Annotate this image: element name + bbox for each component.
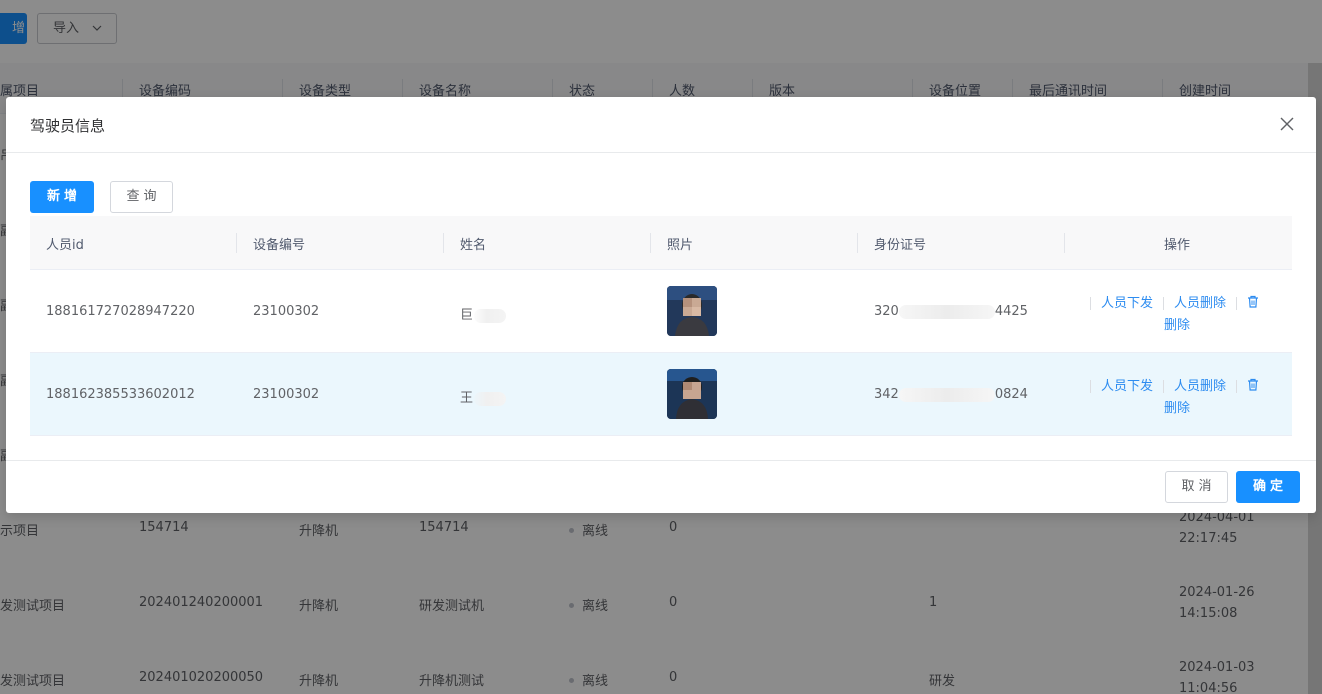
delete-person-link[interactable]: 人员删除	[1174, 379, 1226, 394]
name-visible-part: 王	[460, 391, 474, 406]
id-prefix: 342	[874, 387, 899, 402]
delete-link[interactable]: 删除	[1164, 314, 1190, 333]
action-separator	[1163, 297, 1165, 310]
col-device-code: 设备编号	[253, 238, 306, 253]
name-visible-part: 巨	[460, 308, 474, 323]
action-separator	[1236, 297, 1238, 310]
modal-footer: 取消 确定	[6, 460, 1316, 514]
id-prefix: 320	[874, 304, 899, 319]
action-separator	[1236, 380, 1238, 393]
name-redacted	[474, 391, 507, 406]
id-redacted	[898, 304, 995, 319]
confirm-button[interactable]: 确定	[1236, 471, 1300, 503]
trash-icon[interactable]	[1247, 378, 1259, 394]
delete-link[interactable]: 删除	[1164, 397, 1190, 416]
table-row: 188162385533602012 23100302 王 3420824 人	[30, 353, 1292, 436]
id-suffix: 0824	[994, 387, 1028, 402]
cell-person-id: 188161727028947220	[46, 304, 195, 319]
cell-id-number: 320 4425	[874, 304, 1028, 319]
col-separator	[1064, 233, 1065, 253]
row-actions: 人员下发 人员删除 删除	[1090, 375, 1290, 416]
row-actions: 人员下发 人员删除 删除	[1090, 292, 1290, 333]
cell-person-id: 188162385533602012	[46, 387, 195, 402]
close-icon[interactable]	[1278, 115, 1296, 133]
driver-photo[interactable]	[667, 369, 717, 419]
modal-header: 驾驶员信息	[6, 97, 1316, 153]
name-redacted	[474, 308, 507, 323]
table-row: 188161727028947220 23100302 巨 320 4425 人…	[30, 270, 1292, 353]
cancel-button[interactable]: 取消	[1165, 471, 1228, 503]
cell-device-code: 23100302	[253, 304, 320, 319]
cell-device-code: 23100302	[253, 387, 320, 402]
col-separator	[650, 233, 651, 253]
driver-table: 人员id 设备编号 姓名 照片 身份证号 操作 1881617270289472…	[30, 216, 1292, 436]
cell-name: 巨	[460, 304, 507, 323]
col-person-id: 人员id	[46, 238, 84, 253]
add-driver-button[interactable]: 新增	[30, 181, 94, 213]
driver-info-modal: 驾驶员信息 新增 查询 人员id 设备编号 姓名 照片 身份证号 操作 1881…	[6, 97, 1316, 513]
trash-icon[interactable]	[1247, 295, 1259, 311]
issue-person-link[interactable]: 人员下发	[1101, 296, 1153, 311]
col-separator	[857, 233, 858, 253]
driver-photo[interactable]	[667, 286, 717, 336]
id-suffix: 4425	[994, 304, 1028, 319]
query-button[interactable]: 查询	[110, 181, 173, 213]
action-separator	[1163, 380, 1165, 393]
cell-id-number: 342 0824	[874, 387, 1028, 402]
cell-name: 王	[460, 387, 507, 406]
col-separator	[236, 233, 237, 253]
col-photo: 照片	[667, 238, 694, 253]
col-separator	[443, 233, 444, 253]
col-name: 姓名	[460, 238, 487, 253]
id-redacted	[898, 387, 995, 402]
action-separator	[1090, 297, 1091, 310]
issue-person-link[interactable]: 人员下发	[1101, 379, 1153, 394]
delete-person-link[interactable]: 人员删除	[1174, 296, 1226, 311]
page: 增 导入 属项目 设备编码 设备类型 设备名称 状态 人数 版本 设备位置 最后…	[0, 0, 1322, 694]
action-separator	[1090, 380, 1091, 393]
col-actions: 操作	[1164, 238, 1191, 253]
modal-title: 驾驶员信息	[30, 117, 106, 135]
col-id-number: 身份证号	[874, 238, 927, 253]
driver-table-header: 人员id 设备编号 姓名 照片 身份证号 操作	[30, 216, 1292, 270]
